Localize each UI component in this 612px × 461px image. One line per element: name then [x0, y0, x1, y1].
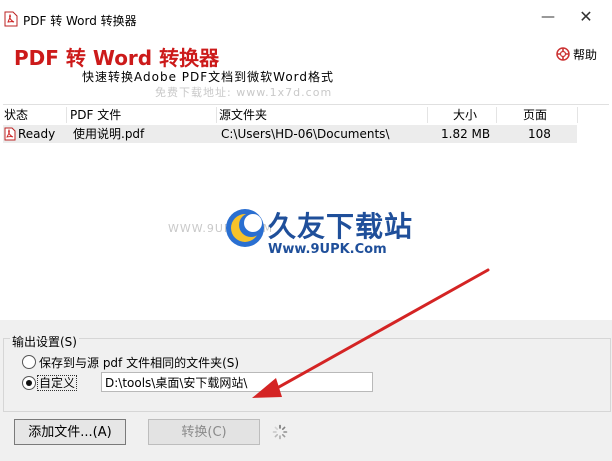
row-pages: 108	[528, 127, 551, 141]
app-subtitle: 快速转换Adobe PDF文档到微软Word格式	[82, 70, 334, 84]
column-divider	[577, 107, 578, 123]
pdf-file-icon	[4, 127, 16, 141]
close-button[interactable]: ✕	[576, 7, 596, 27]
watermark-site-name: 久友下载站	[268, 210, 414, 243]
column-header-pages[interactable]: 页面	[523, 105, 547, 125]
radio-custom-label[interactable]: 自定义	[37, 375, 78, 391]
add-files-button[interactable]: 添加文件...(A)	[14, 419, 126, 445]
column-divider	[496, 107, 497, 123]
convert-button[interactable]: 转换(C)	[148, 419, 260, 445]
row-folder: C:\Users\HD-06\Documents\	[221, 127, 390, 141]
radio-same-folder-label[interactable]: 保存到与源 pdf 文件相同的文件夹(S)	[39, 354, 239, 371]
help-label: 帮助	[573, 48, 598, 62]
window-title: PDF 转 Word 转换器	[23, 14, 137, 28]
help-button[interactable]: 帮助	[556, 46, 597, 63]
column-header-status[interactable]: 状态	[4, 105, 28, 125]
app-header: PDF 转 Word 转换器 快速转换Adobe PDF文档到微软Word格式 …	[0, 34, 612, 104]
minimize-button[interactable]: —	[538, 7, 558, 27]
loading-spinner-icon	[272, 424, 288, 440]
row-size: 1.82 MB	[441, 127, 491, 141]
column-divider	[66, 107, 67, 123]
download-watermark: 免费下载地址: www.1x7d.com	[155, 86, 333, 99]
column-divider	[216, 107, 217, 123]
column-header-folder[interactable]: 源文件夹	[219, 105, 267, 125]
table-row[interactable]: Ready 使用说明.pdf C:\Users\HD-06\Documents\…	[3, 125, 577, 143]
column-divider	[427, 107, 428, 123]
watermark-url: Www.9UPK.Com	[268, 242, 387, 257]
title-bar: PDF 转 Word 转换器 — ✕	[0, 0, 612, 34]
output-group-label: 输出设置(S)	[10, 333, 79, 350]
lifebuoy-icon	[556, 47, 570, 61]
radio-custom-folder[interactable]	[22, 376, 36, 390]
column-header-size[interactable]: 大小	[453, 105, 477, 125]
column-header-file[interactable]: PDF 文件	[70, 105, 121, 125]
radio-same-folder[interactable]	[22, 355, 36, 369]
row-file: 使用说明.pdf	[73, 127, 145, 141]
moon-logo-icon	[226, 209, 264, 247]
pdf-icon	[4, 11, 18, 27]
row-status: Ready	[18, 127, 56, 141]
app-title: PDF 转 Word 转换器	[14, 46, 220, 70]
custom-path-input[interactable]: D:\tools\桌面\安下载网站\	[101, 372, 373, 392]
